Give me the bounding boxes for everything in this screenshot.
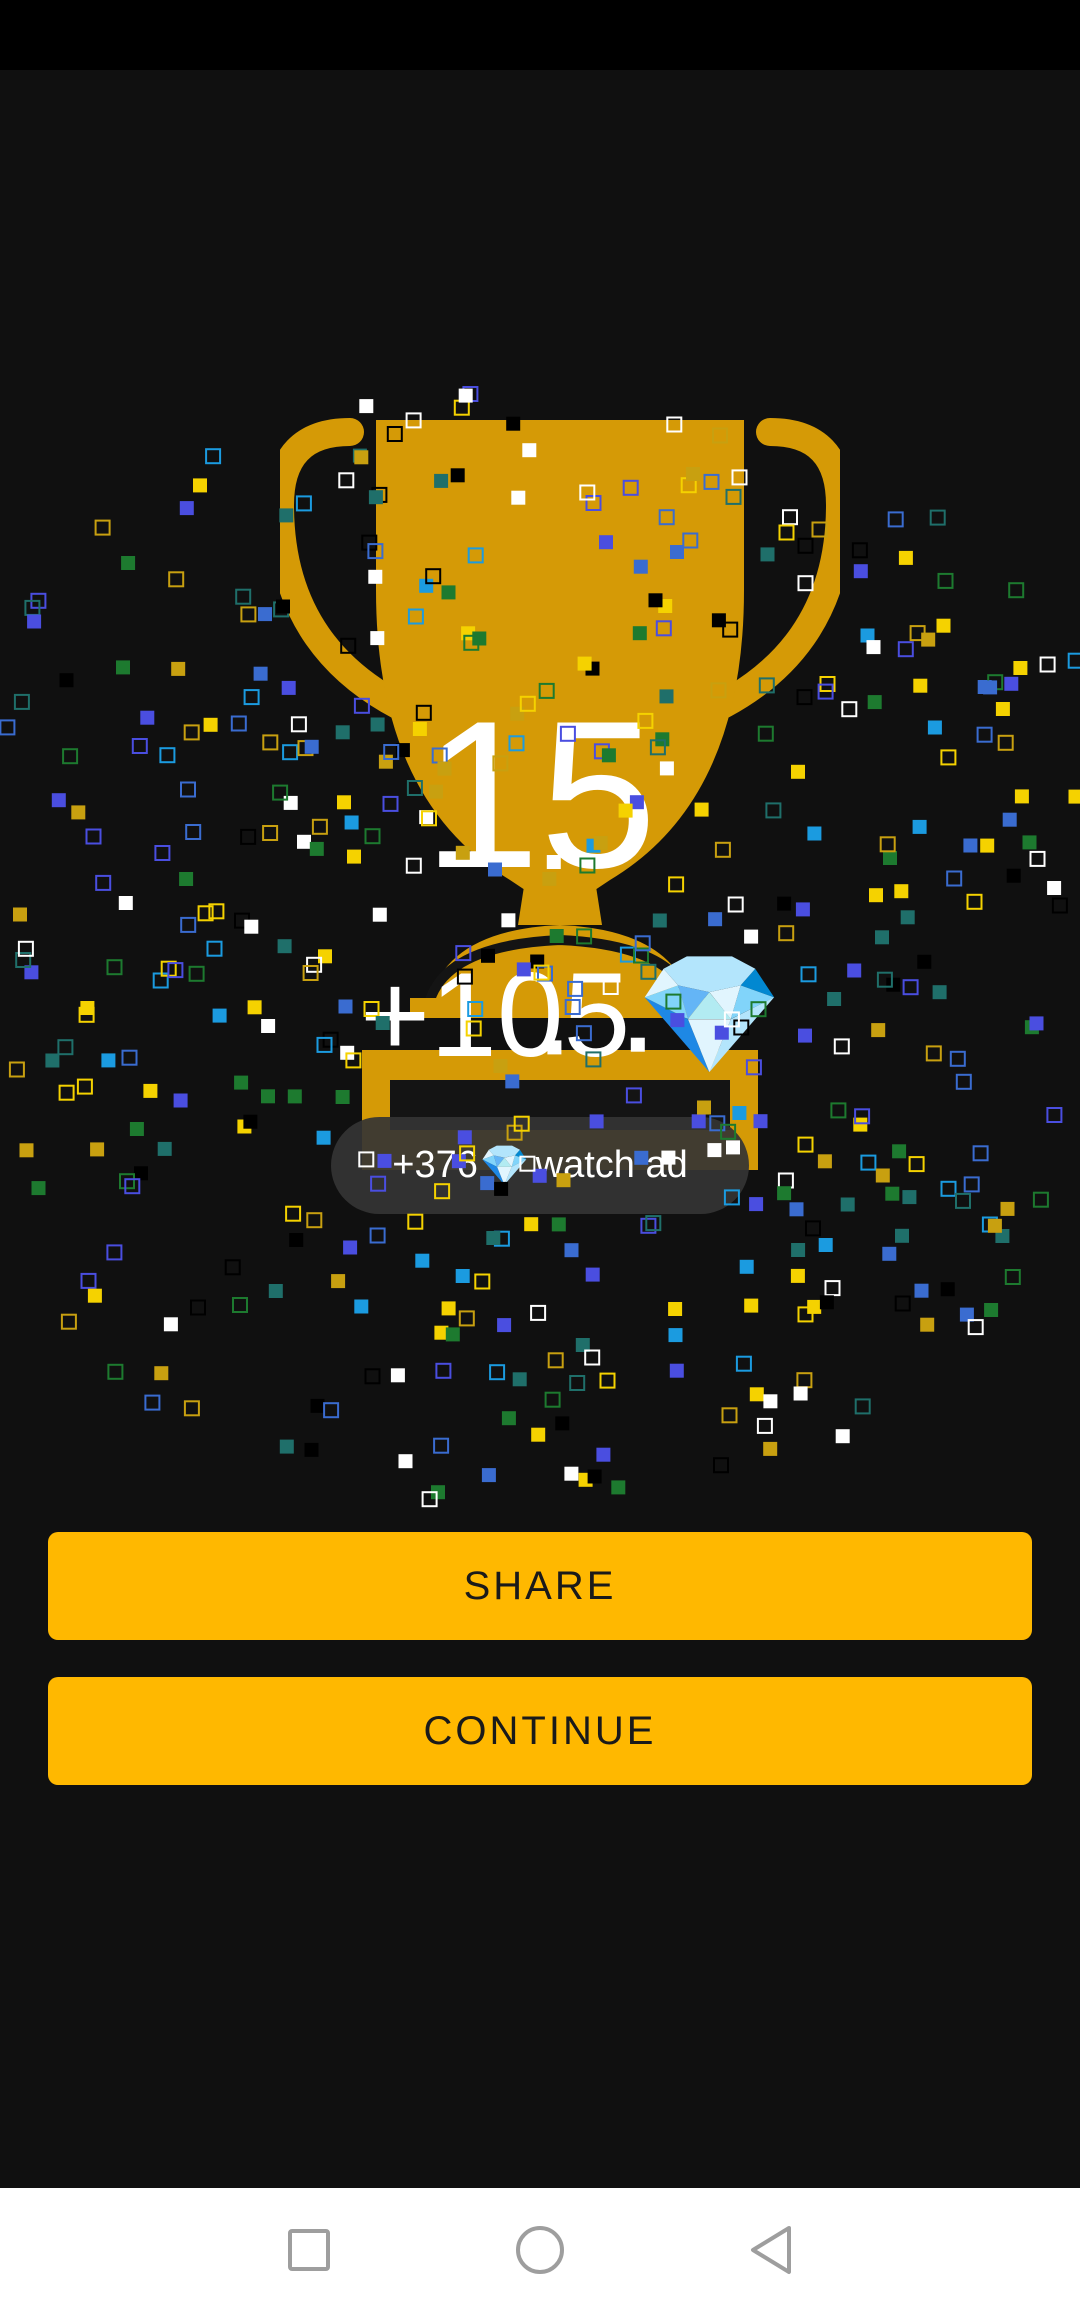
circle-icon[interactable]	[500, 2210, 580, 2290]
score-value: 15	[423, 677, 657, 912]
game-over-screen: 15 +105 💎 +376 💎 watch ad SHARE CONTINUE	[0, 0, 1080, 2312]
continue-button[interactable]: CONTINUE	[48, 1677, 1032, 1785]
navigation-bar	[0, 2188, 1080, 2312]
watch-ad-label: watch ad	[535, 1144, 688, 1186]
reward-amount: +105 💎	[360, 950, 783, 1080]
gem-icon: 💎	[479, 1144, 530, 1188]
gem-icon: 💎	[636, 949, 784, 1081]
share-button[interactable]: SHARE	[48, 1532, 1032, 1640]
triangle-back-icon[interactable]	[731, 2210, 811, 2290]
watch-ad-button[interactable]: +376 💎 watch ad	[331, 1117, 749, 1214]
watch-ad-bonus: +376	[392, 1144, 478, 1186]
reward-text: +105	[360, 948, 631, 1082]
square-icon[interactable]	[269, 2210, 349, 2290]
status-bar	[0, 0, 1080, 70]
